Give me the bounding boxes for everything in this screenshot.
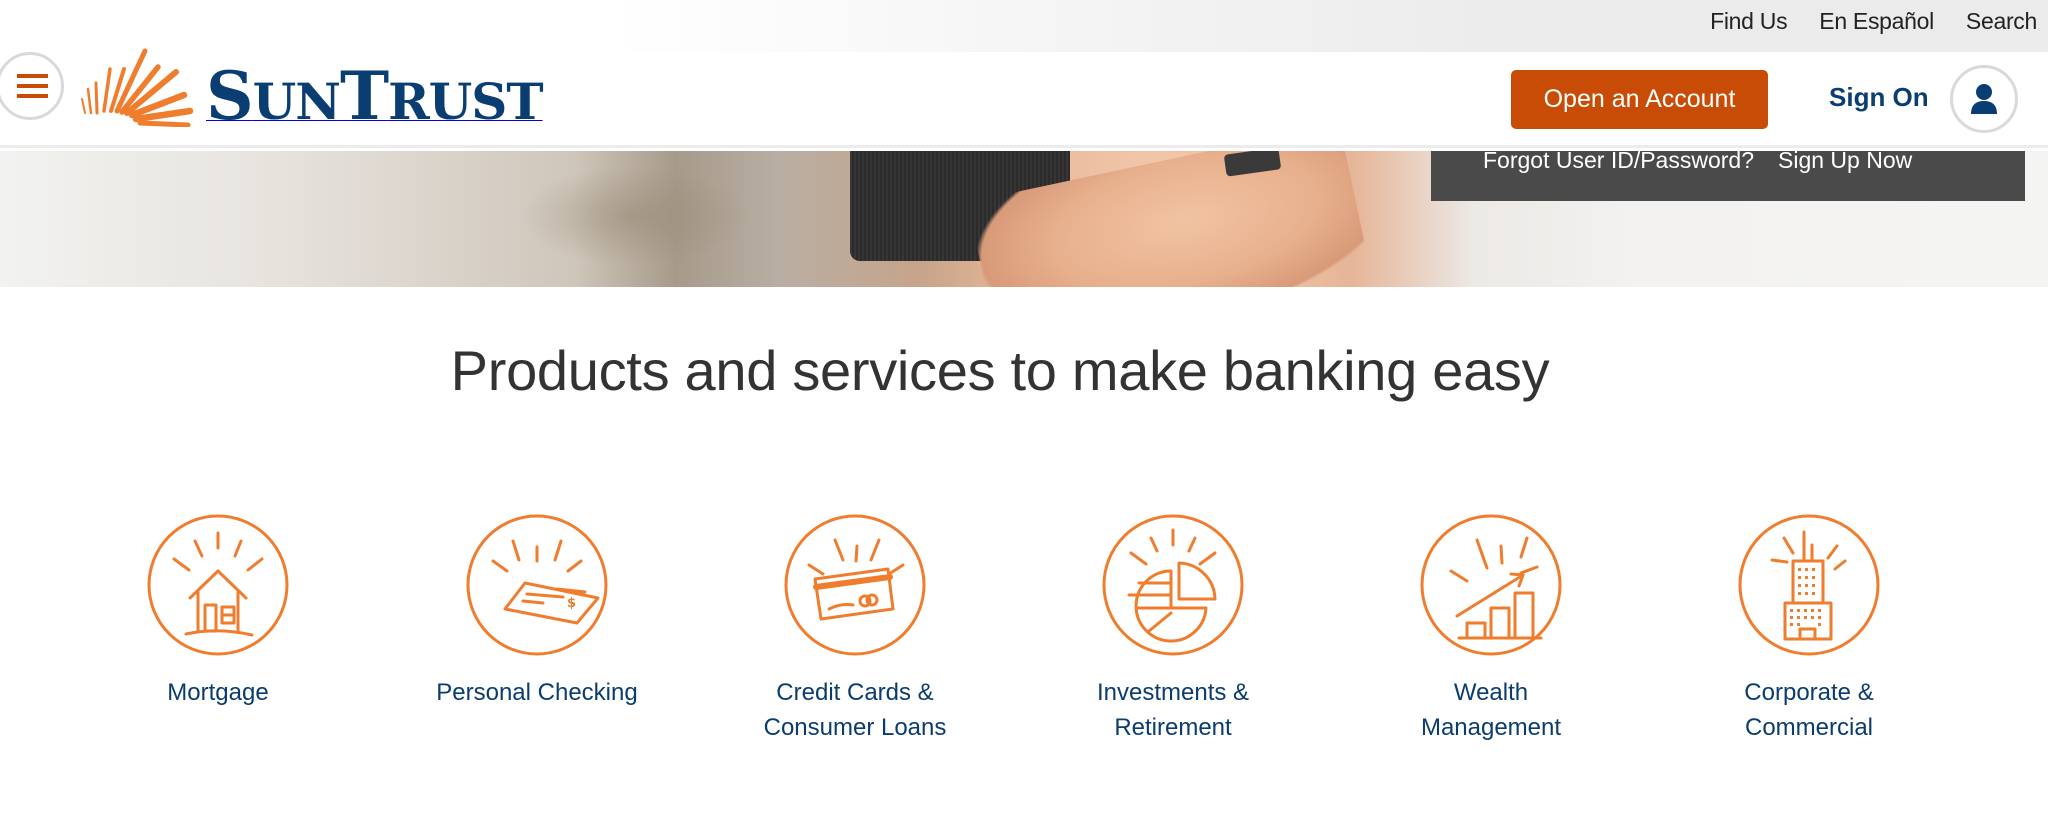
menu-button[interactable] <box>0 52 64 120</box>
open-account-button[interactable]: Open an Account <box>1511 70 1768 129</box>
house-icon <box>147 514 289 656</box>
products-grid: Mortgage $ Personal Checking Credit Card… <box>0 513 2048 743</box>
product-corporate-commercial[interactable]: Corporate & Commercial <box>1659 513 1959 745</box>
product-label-line: Corporate & <box>1744 679 1874 706</box>
product-label: Credit Cards & Consumer Loans <box>705 675 1005 745</box>
svg-text:$: $ <box>567 596 576 611</box>
pie-chart-icon <box>1102 514 1244 656</box>
search-link[interactable]: Search <box>1966 8 2037 35</box>
product-credit-cards[interactable]: Credit Cards & Consumer Loans <box>705 513 1005 745</box>
growth-chart-icon <box>1420 514 1562 656</box>
product-label-line: Management <box>1420 714 1562 741</box>
logo-letter: S <box>206 57 254 135</box>
hamburger-icon-bar <box>16 94 48 98</box>
product-label-line: Wealth <box>1453 679 1529 706</box>
product-label-line: Mortgage <box>167 679 269 706</box>
product-label: Wealth Management <box>1341 675 1641 745</box>
product-label-line: Retirement <box>1114 714 1232 741</box>
en-espanol-link[interactable]: En Español <box>1819 8 1934 35</box>
product-label: Mortgage <box>68 675 368 710</box>
product-investments[interactable]: Investments & Retirement <box>1023 513 1323 745</box>
product-mortgage[interactable]: Mortgage <box>68 513 368 710</box>
product-personal-checking[interactable]: $ Personal Checking <box>387 513 687 710</box>
product-label-line: Investments & <box>1096 679 1250 706</box>
check-icon: $ <box>466 514 608 656</box>
sign-on-link[interactable]: Sign On <box>1829 82 1929 113</box>
product-label-line: Consumer Loans <box>763 714 947 741</box>
credit-card-icon <box>784 514 926 656</box>
product-label-line: Credit Cards & <box>776 679 934 706</box>
products-heading: Products and services to make banking ea… <box>450 339 1550 402</box>
product-label-line: Commercial <box>1744 714 1873 741</box>
sign-on-panel: Forgot User ID/Password? Sign Up Now <box>1431 151 2025 201</box>
suntrust-logo[interactable]: SUNTRUST <box>80 22 544 132</box>
main-header: SUNTRUST Open an Account Sign On <box>0 48 2048 148</box>
hamburger-icon-bar <box>16 84 48 88</box>
forgot-credentials-link[interactable]: Forgot User ID/Password? <box>1483 151 1754 174</box>
logo-wordmark: SUNTRUST <box>206 63 544 131</box>
hamburger-icon <box>16 74 48 78</box>
user-account-button[interactable] <box>1950 65 2018 133</box>
product-label-line: Personal Checking <box>436 679 638 706</box>
logo-letters: UN <box>252 72 341 131</box>
sign-up-now-link[interactable]: Sign Up Now <box>1778 151 1912 174</box>
find-us-link[interactable]: Find Us <box>1710 8 1787 35</box>
logo-letter: T <box>339 57 389 135</box>
product-wealth-management[interactable]: Wealth Management <box>1341 513 1641 745</box>
hero-background-blur <box>520 166 750 266</box>
hero-banner: Forgot User ID/Password? Sign Up Now <box>0 151 2048 287</box>
sun-rays-icon <box>81 48 194 127</box>
product-label: Corporate & Commercial <box>1659 675 1959 745</box>
user-icon <box>1971 84 1997 114</box>
product-label: Personal Checking <box>387 675 687 710</box>
utility-nav: Find Us En Español Search <box>1678 8 2037 35</box>
product-label: Investments & Retirement <box>1023 675 1323 745</box>
building-icon <box>1738 514 1880 656</box>
logo-letters: RUST <box>388 72 543 131</box>
